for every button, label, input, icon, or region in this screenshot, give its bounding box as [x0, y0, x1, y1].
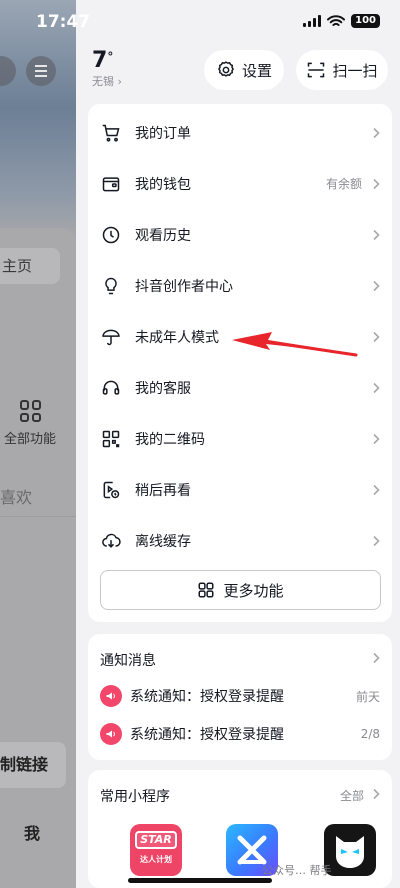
menu-item-label: 我的客服: [135, 380, 191, 397]
all-functions-icon: [20, 400, 42, 422]
menu-item-creator-center[interactable]: 抖音创作者中心: [88, 260, 392, 311]
wifi-icon: [327, 14, 346, 26]
menu-icon[interactable]: [26, 56, 56, 86]
menu-item-label: 稍后再看: [135, 482, 191, 499]
notification-time: 2/8: [360, 727, 380, 741]
notification-text: 系统通知：授权登录提醒: [130, 727, 284, 743]
divider: [0, 516, 76, 517]
menu-item-orders[interactable]: 我的订单: [88, 107, 392, 158]
menu-item-label: 抖音创作者中心: [135, 278, 233, 295]
menu-item-extra: 有余额: [325, 177, 362, 191]
grid-icon: [198, 582, 214, 598]
gear-icon: [218, 61, 234, 77]
side-drawer: 7° 无锡 › 设置 扫一扫 我的订单 我的钱包 有余额 观看历史 抖音创作者中…: [76, 0, 400, 888]
likes-tab-partial[interactable]: 喜欢: [0, 484, 32, 508]
watch-later-icon: [100, 479, 122, 501]
star-logo-text: STAR: [135, 831, 177, 849]
chevron-right-icon: [373, 382, 380, 393]
scan-button[interactable]: 扫一扫: [296, 50, 388, 90]
background-profile-page: 主页 全部功能 喜欢 制链接 我: [0, 0, 76, 888]
megaphone-icon: [100, 685, 122, 707]
mini-programs-all-link[interactable]: 全部: [340, 787, 364, 804]
menu-item-history[interactable]: 观看历史: [88, 209, 392, 260]
status-bar: 17:47 100: [0, 0, 400, 44]
settings-label: 设置: [241, 61, 272, 80]
menu-card: 我的订单 我的钱包 有余额 观看历史 抖音创作者中心 未成年人模式 我的客服 我…: [88, 104, 392, 622]
menu-item-wallet[interactable]: 我的钱包 有余额: [88, 158, 392, 209]
cellular-signal-icon: [303, 15, 322, 27]
more-functions-label: 更多功能: [223, 581, 284, 600]
megaphone-icon: [100, 723, 122, 745]
menu-item-label: 未成年人模式: [135, 329, 219, 346]
temperature-unit: °: [107, 50, 114, 64]
home-indicator[interactable]: [128, 878, 272, 883]
umbrella-icon: [100, 326, 122, 348]
menu-item-label: 我的二维码: [135, 431, 205, 448]
notifications-card[interactable]: 通知消息 系统通知：授权登录提醒 前天 系统通知：授权登录提醒 2/8: [88, 634, 392, 760]
star-logo-subtext: 达人计划: [140, 855, 172, 864]
watermark: 公众号… 帮手: [262, 864, 332, 877]
wallet-icon: [100, 173, 122, 195]
chevron-right-icon: [373, 535, 380, 546]
chevron-right-icon: [373, 127, 380, 138]
temperature: 7: [92, 48, 108, 73]
cart-icon: [100, 122, 122, 144]
all-functions-label[interactable]: 全部功能: [4, 428, 56, 447]
menu-item-label: 离线缓存: [135, 533, 191, 550]
menu-item-label: 我的订单: [135, 125, 191, 142]
chevron-right-icon: [373, 484, 380, 495]
headset-icon: [100, 377, 122, 399]
mini-programs-title: 常用小程序: [100, 789, 170, 805]
menu-item-label: 观看历史: [135, 227, 191, 244]
home-page-tab[interactable]: 主页: [0, 248, 60, 284]
chevron-right-icon: [373, 331, 380, 342]
more-functions-button[interactable]: 更多功能: [100, 570, 381, 610]
menu-item-teen-mode[interactable]: 未成年人模式: [88, 311, 392, 362]
settings-button[interactable]: 设置: [204, 50, 284, 90]
menu-item-customer-service[interactable]: 我的客服: [88, 362, 392, 413]
scan-label: 扫一扫: [332, 61, 378, 80]
notification-text: 系统通知：授权登录提醒: [130, 689, 284, 705]
cloud-download-icon: [100, 530, 122, 552]
clock-icon: [100, 224, 122, 246]
chevron-right-icon: [373, 229, 380, 240]
copy-link-button[interactable]: 制链接: [0, 742, 66, 788]
chevron-right-icon: [373, 280, 380, 291]
status-time: 17:47: [36, 12, 91, 32]
mini-programs-card: 常用小程序 全部 STAR 达人计划: [88, 770, 392, 888]
weather-widget[interactable]: 7° 无锡 ›: [92, 48, 122, 89]
notification-item[interactable]: 系统通知：授权登录提醒 前天: [88, 681, 392, 711]
background-panel: [0, 228, 76, 888]
chevron-right-icon[interactable]: [370, 788, 382, 800]
scan-icon: [308, 62, 325, 78]
menu-item-watch-later[interactable]: 稍后再看: [88, 464, 392, 515]
me-tab[interactable]: 我: [24, 820, 40, 844]
notifications-title: 通知消息: [100, 653, 156, 669]
notification-item[interactable]: 系统通知：授权登录提醒 2/8: [88, 719, 392, 749]
menu-item-qrcode[interactable]: 我的二维码: [88, 413, 392, 464]
star-plan-app-icon[interactable]: STAR 达人计划: [130, 824, 182, 876]
menu-item-label: 我的钱包: [135, 176, 191, 193]
chevron-right-icon: [373, 178, 380, 189]
chevron-right-icon: [373, 433, 380, 444]
battery-icon: 100: [351, 14, 380, 28]
chevron-right-icon: [373, 652, 380, 664]
menu-item-offline-cache[interactable]: 离线缓存: [88, 515, 392, 566]
city-name: 无锡: [92, 75, 114, 88]
lightbulb-icon: [100, 275, 122, 297]
status-icons: 100: [303, 14, 380, 28]
qrcode-icon: [100, 428, 122, 450]
notification-time: 前天: [355, 689, 380, 704]
